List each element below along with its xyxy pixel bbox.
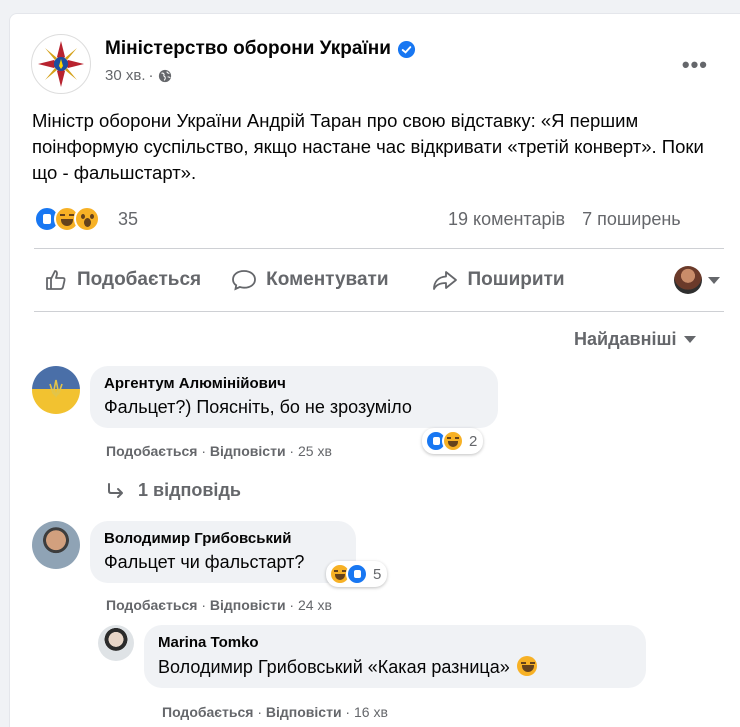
comment-reactions[interactable]: 2 xyxy=(422,428,484,454)
verified-badge-icon xyxy=(397,40,416,58)
action-bar: Подобається Коментувати Поширити xyxy=(34,266,724,294)
comment-reactions[interactable]: 5 xyxy=(326,561,388,587)
comment-actions: Подобається · Відповісти · 16 хв xyxy=(162,704,388,720)
account-switcher[interactable] xyxy=(674,266,720,294)
view-replies-link[interactable]: 1 відповідь xyxy=(106,480,241,501)
like-button[interactable]: Подобається xyxy=(44,268,201,292)
comment-like-link[interactable]: Подобається xyxy=(106,597,197,613)
comment-label: Коментувати xyxy=(266,269,389,290)
reaction-count: 35 xyxy=(118,208,139,229)
comment-time[interactable]: 16 хв xyxy=(354,704,388,720)
globe-icon[interactable] xyxy=(158,69,172,83)
comment-text: Володимир Грибовський «Какая разница» xyxy=(158,656,632,678)
comment-sort-dropdown[interactable]: Найдавніші xyxy=(574,329,697,350)
replies-count-label: 1 відповідь xyxy=(138,480,241,500)
comment-reply-link[interactable]: Відповісти xyxy=(266,704,342,720)
page-avatar[interactable] xyxy=(31,34,91,94)
divider xyxy=(34,311,724,312)
mention-link[interactable]: Володимир Грибовський xyxy=(158,657,363,677)
comment-author[interactable]: Marina Tomko xyxy=(158,634,632,651)
comment-like-link[interactable]: Подобається xyxy=(162,704,253,720)
reply-text: «Какая разница» xyxy=(362,657,515,677)
page-name[interactable]: Міністерство оборони України xyxy=(105,38,391,60)
thumbs-up-icon xyxy=(46,270,66,290)
reactions-summary[interactable]: 35 xyxy=(34,206,138,232)
comment-like-link[interactable]: Подобається xyxy=(106,443,197,459)
wow-icon xyxy=(74,206,100,232)
user-avatar xyxy=(674,266,702,294)
chevron-down-icon xyxy=(684,336,697,343)
divider xyxy=(34,248,724,249)
avatar[interactable] xyxy=(98,625,134,661)
comment-bubble: Аргентум Алюмінійович Фальцет?) Поясніть… xyxy=(90,366,498,454)
post-stats: 19 коментарів 7 поширень xyxy=(448,209,681,230)
reply-comment: Marina Tomko Володимир Грибовський «Кака… xyxy=(98,625,646,688)
meta-separator: · xyxy=(148,67,154,84)
post-text: Міністр оборони України Андрій Таран про… xyxy=(32,110,704,183)
avatar[interactable] xyxy=(32,366,80,414)
rofl-emoji-icon xyxy=(516,656,537,676)
post-header: Міністерство оборони України 30 хв. · xyxy=(31,34,416,94)
reply-arrow-icon xyxy=(108,482,123,498)
comment-bubble: Marina Tomko Володимир Грибовський «Кака… xyxy=(144,625,646,688)
comment-actions: Подобається · Відповісти · 25 хв xyxy=(106,443,332,459)
comment-reply-link[interactable]: Відповісти xyxy=(210,443,286,459)
comments-count[interactable]: 19 коментарів xyxy=(448,209,565,229)
haha-icon xyxy=(442,430,464,452)
comment-time[interactable]: 24 хв xyxy=(298,597,332,613)
comment-reaction-count: 2 xyxy=(469,432,478,450)
shares-count[interactable]: 7 поширень xyxy=(582,209,681,229)
comment-icon xyxy=(232,270,257,291)
comment-time[interactable]: 25 хв xyxy=(298,443,332,459)
share-icon xyxy=(432,271,457,290)
comment-reaction-count: 5 xyxy=(373,565,382,583)
emblem-icon xyxy=(33,36,89,92)
comment-text: Фальцет чи фальстарт? xyxy=(104,552,305,572)
comment-bubble: Володимир Грибовський Фальцет чи фальста… xyxy=(90,521,388,587)
comment-actions: Подобається · Відповісти · 24 хв xyxy=(106,597,332,613)
chevron-down-icon xyxy=(708,276,720,284)
sort-label: Найдавніші xyxy=(574,329,677,349)
comment-reply-link[interactable]: Відповісти xyxy=(210,597,286,613)
trident-icon xyxy=(49,379,63,399)
post-time[interactable]: 30 хв. xyxy=(105,67,146,84)
avatar[interactable] xyxy=(32,521,80,569)
like-label: Подобається xyxy=(77,269,202,290)
post-card: Міністерство оборони України 30 хв. · ••… xyxy=(9,13,740,727)
comment-button[interactable]: Коментувати xyxy=(231,268,389,292)
comment-author[interactable]: Аргентум Алюмінійович xyxy=(104,375,484,392)
comment-author[interactable]: Володимир Грибовський xyxy=(104,530,342,547)
share-label: Поширити xyxy=(467,269,565,290)
comment-text: Фальцет?) Поясніть, бо не зрозуміло xyxy=(104,397,412,417)
comment: Володимир Грибовський Фальцет чи фальста… xyxy=(32,521,388,587)
share-button[interactable]: Поширити xyxy=(431,268,565,292)
comment: Аргентум Алюмінійович Фальцет?) Поясніть… xyxy=(32,366,498,454)
more-options-icon[interactable]: ••• xyxy=(682,52,708,78)
like-icon xyxy=(346,563,368,585)
